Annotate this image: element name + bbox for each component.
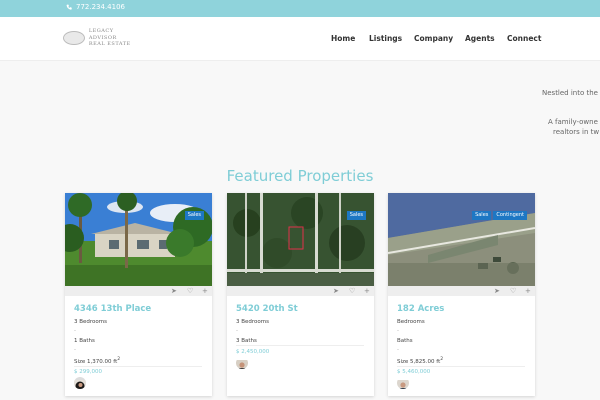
nav-home[interactable]: Home bbox=[331, 34, 355, 43]
listing-bedrooms: 3 Bedrooms bbox=[236, 319, 269, 325]
listing-price: $ 299,000 bbox=[74, 369, 102, 375]
share-icon[interactable]: ➤ bbox=[333, 286, 339, 296]
listing-title[interactable]: 4346 13th Place bbox=[74, 304, 151, 314]
logo-mark bbox=[63, 31, 85, 45]
status-badge: Contingent bbox=[493, 211, 527, 220]
plus-icon[interactable]: + bbox=[525, 286, 531, 296]
listing-card[interactable]: Sales Contingent ➤ ♡ + 182 Acres Bedroom… bbox=[388, 193, 535, 396]
section-title: Featured Properties bbox=[226, 167, 374, 185]
logo-line2: REAL ESTATE bbox=[88, 41, 131, 48]
agent-avatar[interactable] bbox=[397, 377, 409, 389]
listing-baths: Baths bbox=[397, 338, 413, 344]
hero-text-2: A family-owne bbox=[548, 118, 598, 126]
site-header: LEGACY ADVISOR REAL ESTATE Home Listings… bbox=[0, 17, 600, 61]
listing-price: $ 5,460,000 bbox=[397, 369, 431, 375]
heart-icon[interactable]: ♡ bbox=[510, 286, 516, 296]
listing-card[interactable]: Sales ➤ ♡ + 5420 20th St 3 Bedrooms - 3 … bbox=[227, 193, 374, 396]
listing-title[interactable]: 182 Acres bbox=[397, 304, 444, 314]
status-badge: Sales bbox=[346, 211, 366, 220]
agent-avatar[interactable] bbox=[236, 357, 248, 369]
share-icon[interactable]: ➤ bbox=[494, 286, 500, 296]
agent-avatar[interactable] bbox=[74, 377, 86, 389]
listing-baths: 3 Baths bbox=[236, 338, 257, 344]
phone-number[interactable]: 772.234.4106 bbox=[76, 3, 125, 11]
card-actions: ➤ ♡ + bbox=[65, 286, 212, 296]
plus-icon[interactable]: + bbox=[364, 286, 370, 296]
status-badges: Sales Contingent bbox=[472, 211, 527, 220]
nav-agents[interactable]: Agents bbox=[465, 34, 495, 43]
status-badge: Sales bbox=[472, 211, 492, 220]
divider bbox=[236, 345, 364, 346]
listing-card[interactable]: Sales ➤ ♡ + 4346 13th Place 3 Bedrooms -… bbox=[65, 193, 212, 396]
hero-text-3: realtors in tw bbox=[553, 128, 600, 136]
status-badge: Sales bbox=[184, 211, 204, 220]
phone-contact[interactable]: 772.234.4106 bbox=[66, 3, 125, 11]
status-badges: Sales bbox=[184, 211, 204, 220]
status-badges: Sales bbox=[346, 211, 366, 220]
listing-size: Size 5,825.00 ft2 bbox=[397, 357, 444, 365]
listing-size: Size 1,370.00 ft2 bbox=[74, 357, 121, 365]
nav-connect[interactable]: Connect bbox=[507, 34, 541, 43]
listing-title[interactable]: 5420 20th St bbox=[236, 304, 298, 314]
card-actions: ➤ ♡ + bbox=[388, 286, 535, 296]
divider bbox=[397, 366, 525, 367]
site-logo[interactable]: LEGACY ADVISOR REAL ESTATE bbox=[63, 28, 143, 48]
share-icon[interactable]: ➤ bbox=[171, 286, 177, 296]
card-actions: ➤ ♡ + bbox=[227, 286, 374, 296]
listing-photo[interactable]: Sales Contingent bbox=[388, 193, 535, 286]
listing-photo[interactable]: Sales bbox=[65, 193, 212, 286]
listing-baths: 1 Baths bbox=[74, 338, 95, 344]
hero-text-1: Nestled into the bbox=[542, 89, 598, 97]
listing-bedrooms: 3 Bedrooms bbox=[74, 319, 107, 325]
nav-company[interactable]: Company bbox=[414, 34, 453, 43]
logo-line1: LEGACY ADVISOR bbox=[88, 28, 117, 41]
listing-price: $ 2,450,000 bbox=[236, 349, 270, 355]
heart-icon[interactable]: ♡ bbox=[187, 286, 193, 296]
divider bbox=[74, 366, 202, 367]
plus-icon[interactable]: + bbox=[202, 286, 208, 296]
listing-bedrooms: Bedrooms bbox=[397, 319, 425, 325]
nav-listings[interactable]: Listings bbox=[369, 34, 402, 43]
phone-icon bbox=[66, 4, 72, 10]
listing-photo[interactable]: Sales bbox=[227, 193, 374, 286]
heart-icon[interactable]: ♡ bbox=[349, 286, 355, 296]
top-bar: 772.234.4106 bbox=[0, 0, 600, 17]
